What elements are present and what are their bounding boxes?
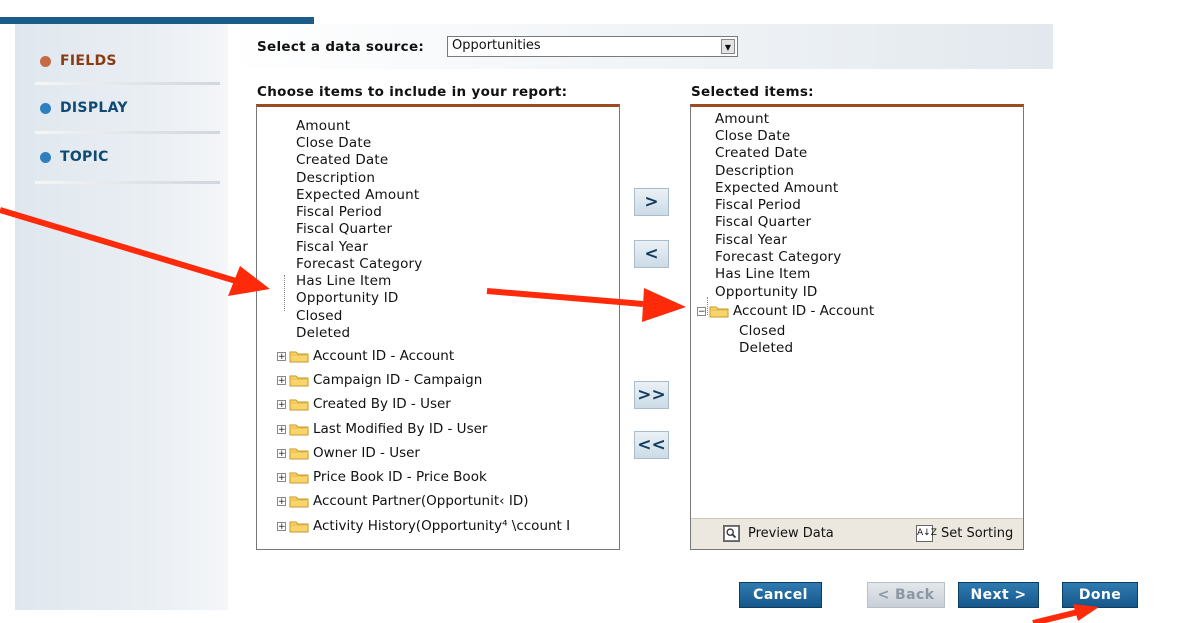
arrow-to-available-list — [0, 207, 270, 296]
annotation-arrows — [0, 207, 1099, 623]
arrow-to-done-button — [1032, 604, 1099, 623]
arrow-to-selected-folder — [486, 288, 686, 322]
